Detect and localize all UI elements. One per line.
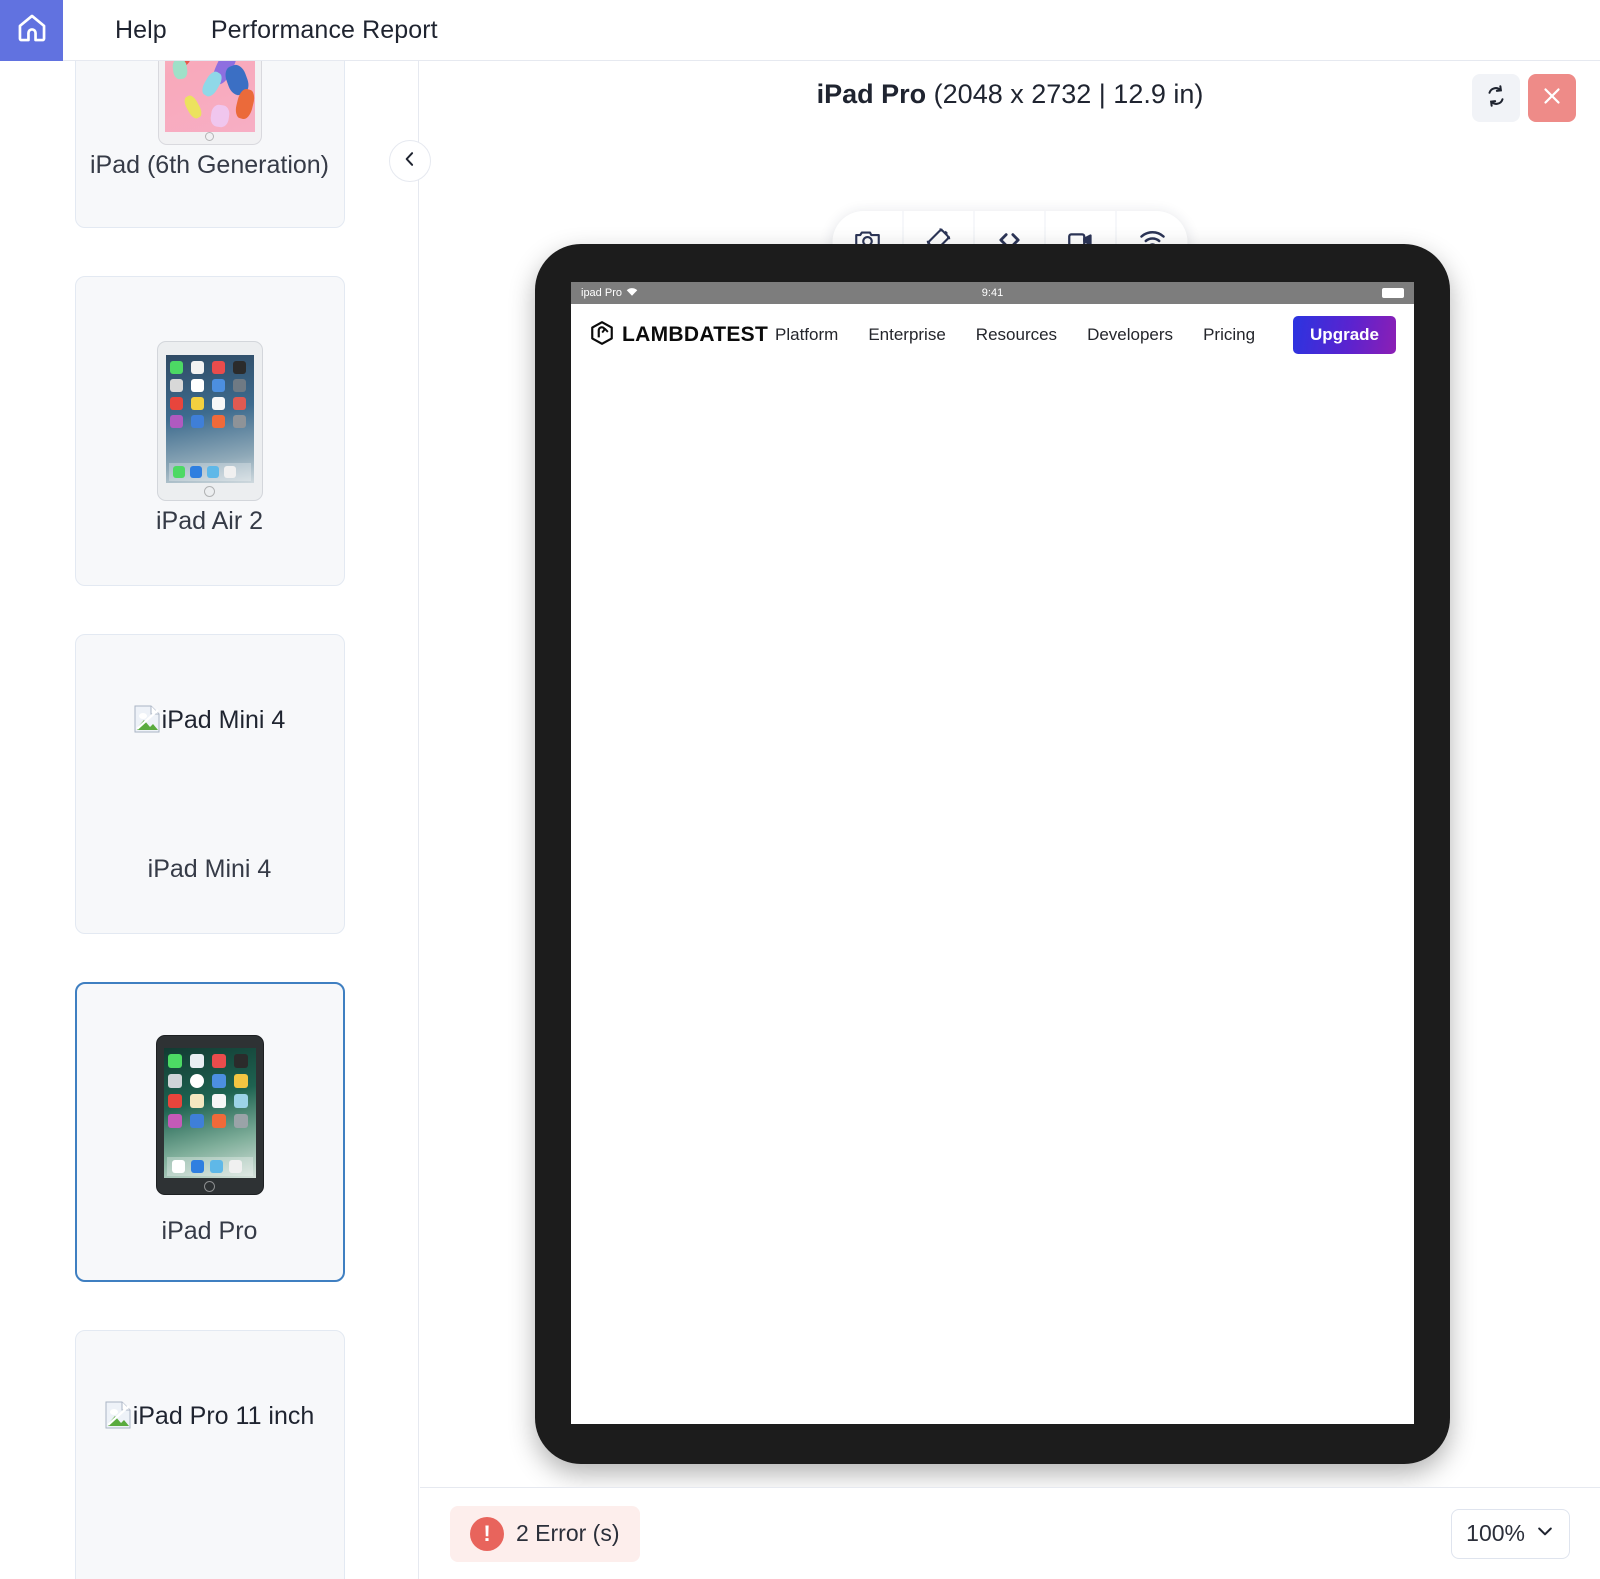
menu-bar: Help Performance Report [63,0,460,60]
broken-image-icon [134,702,160,733]
ios-status-bar: ipad Pro 9:41 [571,282,1414,304]
device-card-ipad-air-2[interactable]: iPad Air 2 [74,276,345,586]
home-icon [15,11,49,50]
broken-image-alt: iPad Pro 11 inch [95,1393,325,1439]
chevron-left-icon [400,149,420,174]
device-card-ipad-6th-generation[interactable]: iPad (6th Generation) [74,61,345,228]
device-preview-panel: iPad Pro (2048 x 2732 | 12.9 in) ipad Pr… [420,61,1600,1579]
broken-image-alt: iPad Mini 4 [124,697,296,743]
top-bar: Help Performance Report [0,0,1600,61]
device-list-sidebar[interactable]: iPad (6th Generation) iPad Air 2 iPad Mi… [0,61,419,1579]
refresh-button[interactable] [1472,74,1520,122]
zoom-select[interactable]: 100% [1451,1508,1570,1559]
zoom-value: 100% [1466,1520,1525,1546]
lambdatest-logo[interactable]: LAMBDATEST [589,320,768,351]
lambdatest-logo-text: LAMBDATEST [622,323,769,346]
site-navbar: LAMBDATEST Platform Enterprise Resources… [571,304,1414,366]
device-card-ipad-pro-11-inch[interactable]: iPad Pro 11 inch [74,1330,345,1579]
sidebar-collapse-button[interactable] [389,140,431,182]
broken-image-icon [105,1398,131,1429]
battery-icon [1382,288,1404,298]
broken-image-alt-text: iPad Pro 11 inch [132,1402,315,1430]
broken-image-alt-text: iPad Mini 4 [161,706,286,734]
nav-link-developers[interactable]: Developers [1087,325,1173,345]
upgrade-button[interactable]: Upgrade [1293,316,1396,354]
site-page-body [571,366,1414,1424]
device-title-name: iPad Pro [816,79,927,109]
session-actions [1472,74,1576,122]
nav-link-resources[interactable]: Resources [976,325,1057,345]
device-list-scroll: iPad (6th Generation) iPad Air 2 iPad Mi… [0,61,418,1579]
nav-link-pricing[interactable]: Pricing [1203,325,1255,345]
nav-link-enterprise[interactable]: Enterprise [868,325,945,345]
device-screen[interactable]: ipad Pro 9:41 LAMBDATEST Platform Enterp… [571,282,1414,1424]
close-button[interactable] [1528,74,1576,122]
menu-item-help[interactable]: Help [93,16,189,45]
ipad-pro-image [155,1035,264,1195]
device-card-label: iPad Air 2 [155,507,263,535]
site-nav-links: Platform Enterprise Resources Developers… [775,316,1396,354]
ipad-6th-gen-image [157,61,262,145]
menu-item-performance-report[interactable]: Performance Report [189,16,460,45]
device-mockup: ipad Pro 9:41 LAMBDATEST Platform Enterp… [535,244,1450,1464]
device-card-label: iPad (6th Generation) [89,150,330,179]
device-title-spec: (2048 x 2732 | 12.9 in) [933,79,1204,109]
error-badge[interactable]: ! 2 Error (s) [450,1505,640,1562]
device-card-ipad-pro[interactable]: iPad Pro [74,982,345,1282]
lambdatest-logo-icon [589,320,615,351]
status-bar: ! 2 Error (s) 100% [420,1487,1600,1579]
nav-link-platform[interactable]: Platform [775,325,838,345]
refresh-icon [1483,83,1509,114]
device-card-ipad-mini-4[interactable]: iPad Mini 4 iPad Mini 4 [74,634,345,934]
ipad-air-2-image [156,341,263,501]
device-card-label: iPad Mini 4 [147,855,272,883]
device-card-label: iPad Pro [161,1217,258,1245]
close-icon [1539,83,1565,114]
error-icon: ! [470,1516,504,1551]
status-time: 9:41 [981,287,1004,299]
error-count-label: 2 Error (s) [516,1520,620,1546]
home-button[interactable] [0,0,63,61]
page-title: iPad Pro (2048 x 2732 | 12.9 in) [420,79,1600,110]
chevron-down-icon [1535,1520,1555,1547]
